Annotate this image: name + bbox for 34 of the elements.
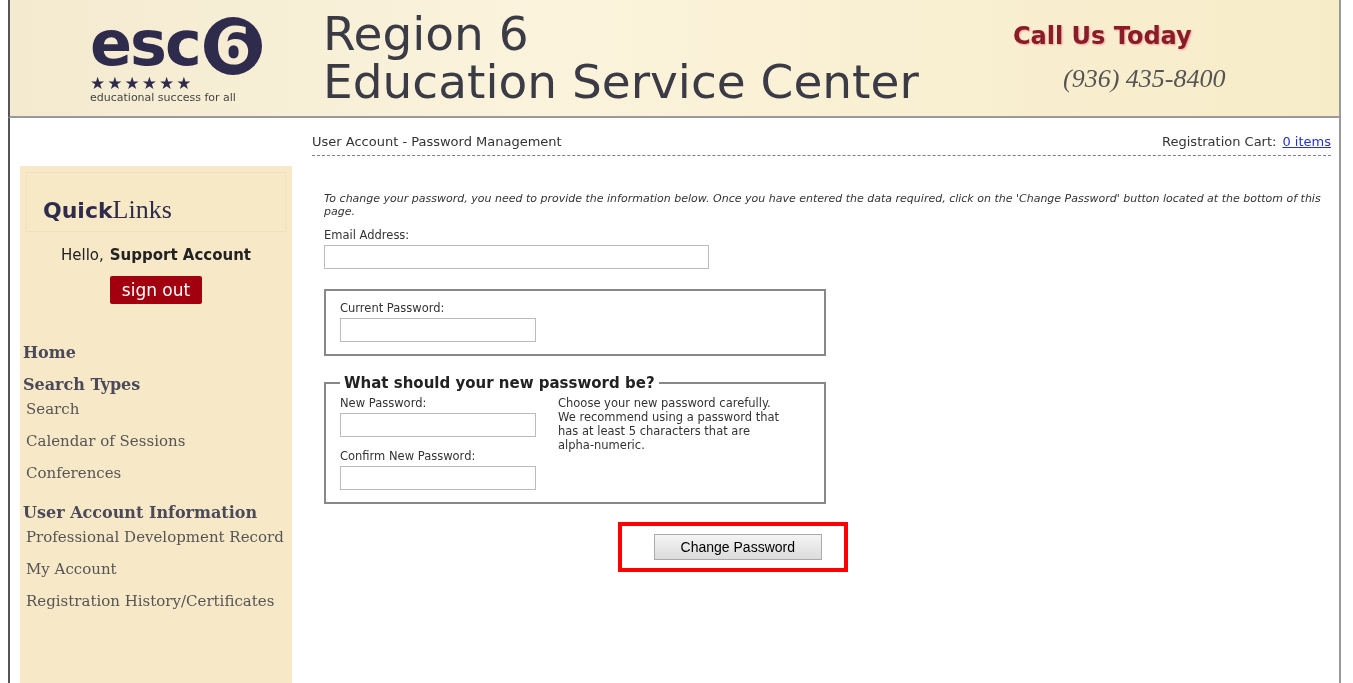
call-heading: Call Us Today bbox=[1013, 22, 1193, 50]
quicklinks-title: QuickLinks bbox=[26, 172, 286, 232]
field-label: Current Password: bbox=[340, 301, 446, 315]
sidebar-link[interactable]: Calendar of Sessions bbox=[26, 430, 286, 452]
confirm-password-field[interactable] bbox=[340, 466, 536, 490]
field-label: Confirm New Password: bbox=[340, 449, 477, 463]
sidebar-link[interactable]: Conferences bbox=[26, 462, 286, 484]
site-title: Region 6 bbox=[323, 10, 530, 58]
sidebar-link[interactable]: Registration History/Certificates bbox=[26, 590, 286, 612]
change-password-button[interactable]: Change Password bbox=[653, 534, 822, 560]
current-password-field[interactable] bbox=[340, 318, 536, 342]
greeting-text: Hello, Support Account bbox=[59, 246, 253, 264]
sidebar-link[interactable]: My Account bbox=[26, 558, 286, 580]
field-label: New Password: bbox=[340, 396, 428, 410]
sidebar-heading[interactable]: User Account Information bbox=[23, 502, 286, 524]
panel-legend: What should your new password be? bbox=[340, 374, 659, 392]
breadcrumb: User Account - Password Management bbox=[312, 134, 562, 149]
intro-text: To change your password, you need to provide the information below. Once you have entered the data required, click on the 'Change Password' button located at the bottom of this page. bbox=[324, 192, 1322, 218]
password-hint: Choose your new password carefully. We recommend using a password that has at least 5 characters that are alpha-numeric. bbox=[558, 396, 781, 454]
logo-letters: esc bbox=[90, 12, 200, 75]
new-password-field[interactable] bbox=[340, 413, 536, 437]
sidebar-heading[interactable]: Home bbox=[23, 342, 286, 364]
email-field[interactable] bbox=[324, 245, 709, 269]
phone-number: (936) 435-8400 bbox=[1063, 64, 1226, 94]
sidebar-link[interactable]: Search bbox=[26, 398, 286, 420]
logo-stars: ★★★★★★ bbox=[90, 74, 195, 91]
sidebar-heading[interactable]: Search Types bbox=[23, 374, 286, 396]
cart-label: Registration Cart: bbox=[1162, 134, 1277, 149]
logo-digit: 6 bbox=[203, 16, 262, 75]
sidebar-link[interactable]: Professional Development Record bbox=[26, 526, 286, 548]
field-label: Email Address: bbox=[324, 228, 411, 242]
logo-tagline: educational success for all bbox=[90, 90, 237, 104]
cart-link[interactable]: 0 items bbox=[1282, 134, 1331, 149]
sign-out-button[interactable]: sign out bbox=[109, 276, 203, 304]
